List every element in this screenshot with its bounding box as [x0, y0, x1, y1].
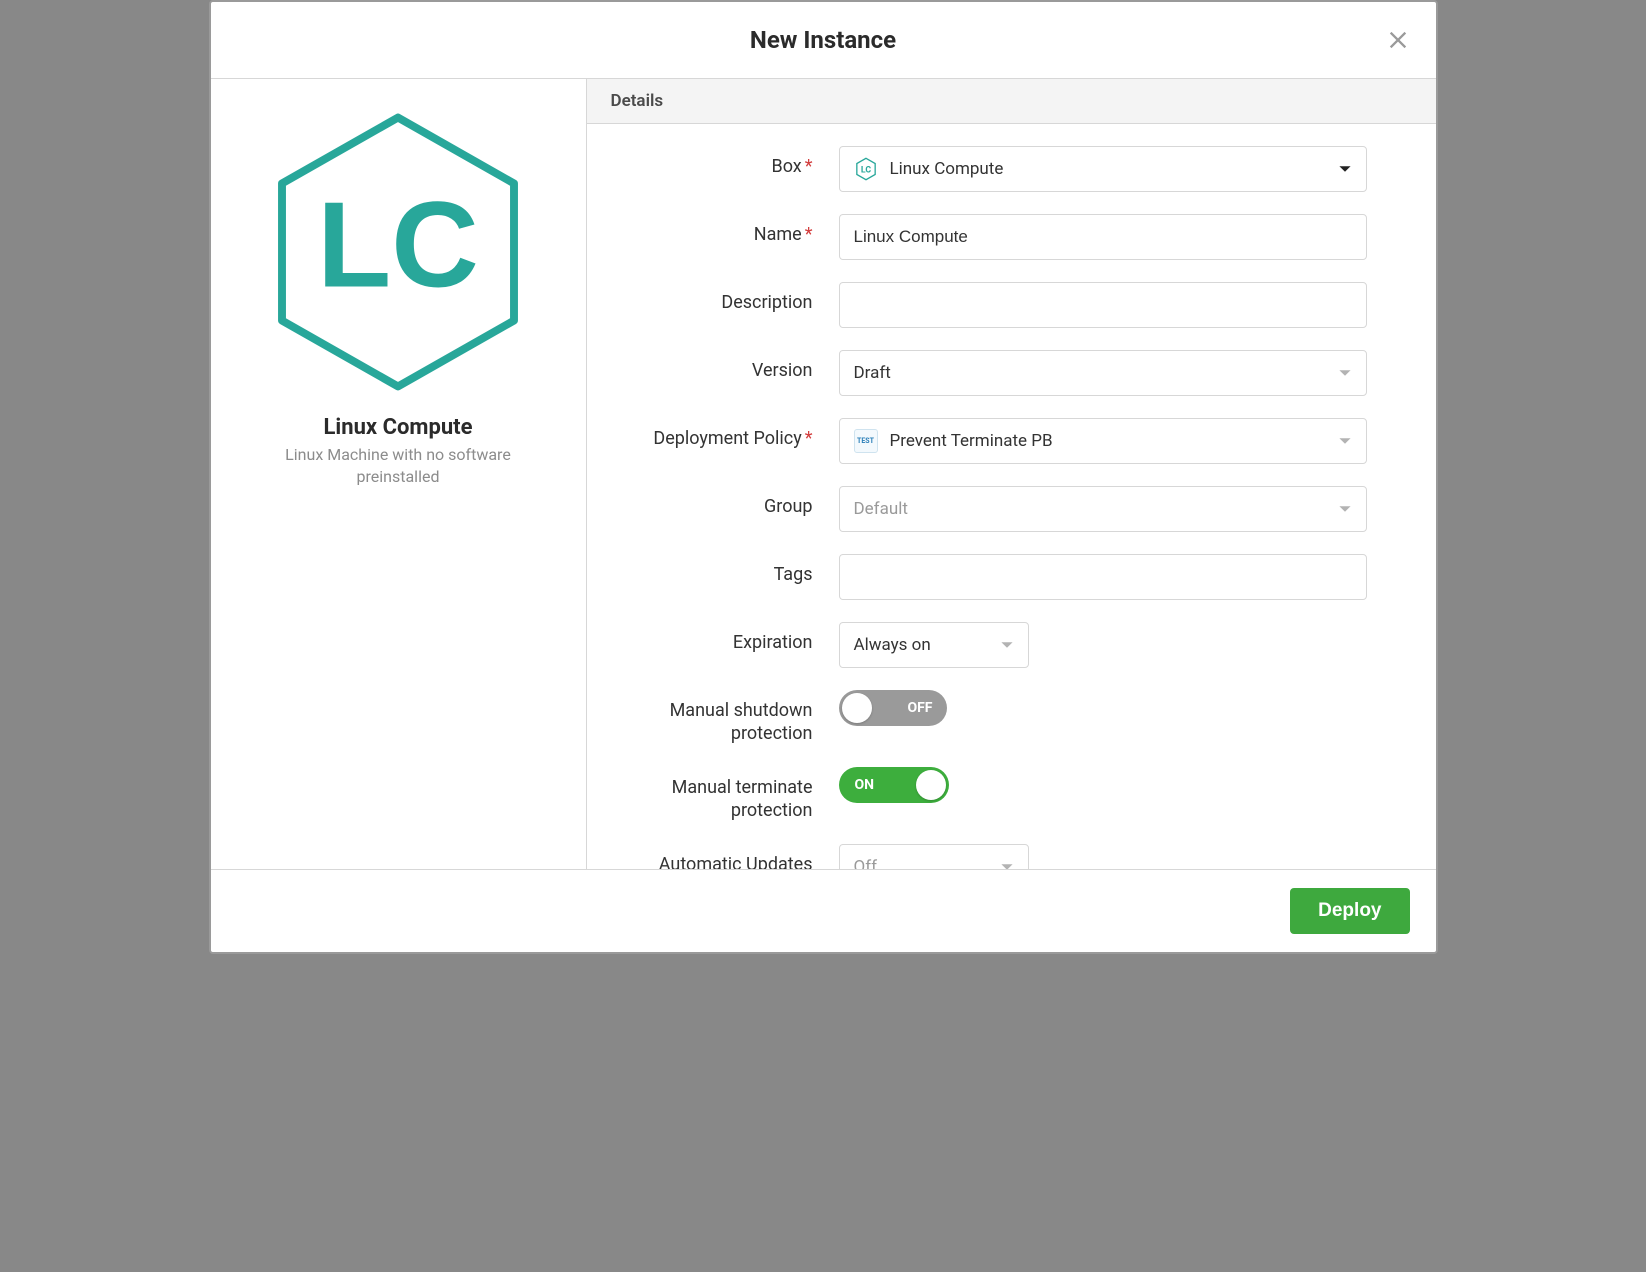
- sidebar-title: Linux Compute: [231, 415, 566, 440]
- label-group: Group: [613, 486, 839, 519]
- label-tags: Tags: [613, 554, 839, 587]
- label-description: Description: [613, 282, 839, 315]
- sidebar-subtitle: Linux Machine with no software preinstal…: [231, 444, 566, 487]
- row-expiration: Expiration Always on: [613, 622, 1410, 668]
- policy-icon: TEST: [854, 429, 878, 453]
- tags-input[interactable]: [839, 554, 1367, 600]
- modal-title: New Instance: [750, 26, 896, 54]
- automatic-updates-value: Off: [854, 857, 878, 869]
- expiration-select[interactable]: Always on: [839, 622, 1029, 668]
- terminate-protection-toggle[interactable]: ON: [839, 767, 949, 803]
- required-marker: *: [805, 224, 813, 245]
- toggle-state-label: OFF: [907, 700, 932, 716]
- chevron-down-icon: [1000, 638, 1014, 652]
- section-header-details: Details: [587, 79, 1436, 124]
- details-form: Box* LC Linux Compute: [587, 124, 1436, 869]
- row-terminate-protection: Manual terminate protection ON: [613, 767, 1410, 822]
- row-deployment-policy: Deployment Policy* TEST Prevent Terminat…: [613, 418, 1410, 464]
- new-instance-modal: New Instance LC Linux Compute Linux Mach…: [209, 0, 1438, 954]
- box-hex-icon: LC: [231, 107, 566, 397]
- main-panel[interactable]: Details Box* LC Linux Compute: [587, 79, 1436, 869]
- label-name: Name*: [613, 214, 839, 247]
- label-expiration: Expiration: [613, 622, 839, 655]
- box-select[interactable]: LC Linux Compute: [839, 146, 1367, 192]
- row-group: Group Default: [613, 486, 1410, 532]
- modal-header: New Instance: [211, 2, 1436, 79]
- close-button[interactable]: [1384, 26, 1412, 54]
- required-marker: *: [805, 428, 813, 449]
- sidebar: LC Linux Compute Linux Machine with no s…: [211, 79, 587, 869]
- chevron-down-icon: [1000, 860, 1014, 869]
- automatic-updates-select[interactable]: Off: [839, 844, 1029, 869]
- row-version: Version Draft: [613, 350, 1410, 396]
- box-select-value: Linux Compute: [890, 159, 1004, 179]
- chevron-down-icon: [1338, 434, 1352, 448]
- svg-text:LC: LC: [860, 165, 870, 175]
- required-marker: *: [805, 156, 813, 177]
- row-name: Name*: [613, 214, 1410, 260]
- deployment-policy-value: Prevent Terminate PB: [890, 431, 1053, 451]
- chevron-down-icon: [1338, 162, 1352, 176]
- label-version: Version: [613, 350, 839, 383]
- label-automatic-updates: Automatic Updates: [613, 844, 839, 869]
- toggle-state-label: ON: [855, 777, 875, 793]
- label-box: Box*: [613, 146, 839, 179]
- name-input[interactable]: [839, 214, 1367, 260]
- group-select-value: Default: [854, 499, 908, 519]
- deploy-button[interactable]: Deploy: [1290, 888, 1409, 934]
- deployment-policy-select[interactable]: TEST Prevent Terminate PB: [839, 418, 1367, 464]
- close-icon: [1387, 29, 1409, 51]
- shutdown-protection-toggle[interactable]: OFF: [839, 690, 947, 726]
- toggle-knob: [916, 770, 946, 800]
- row-box: Box* LC Linux Compute: [613, 146, 1410, 192]
- group-select[interactable]: Default: [839, 486, 1367, 532]
- version-select[interactable]: Draft: [839, 350, 1367, 396]
- label-terminate-protection: Manual terminate protection: [613, 767, 839, 822]
- row-description: Description: [613, 282, 1410, 328]
- row-shutdown-protection: Manual shutdown protection OFF: [613, 690, 1410, 745]
- box-mini-hex-icon: LC: [854, 157, 878, 181]
- toggle-knob: [842, 693, 872, 723]
- row-tags: Tags: [613, 554, 1410, 600]
- modal-footer: Deploy: [211, 869, 1436, 952]
- hex-icon-label: LC: [317, 176, 479, 312]
- chevron-down-icon: [1338, 366, 1352, 380]
- label-deployment-policy: Deployment Policy*: [613, 418, 839, 451]
- label-shutdown-protection: Manual shutdown protection: [613, 690, 839, 745]
- modal-body: LC Linux Compute Linux Machine with no s…: [211, 79, 1436, 869]
- version-select-value: Draft: [854, 363, 891, 383]
- chevron-down-icon: [1338, 502, 1352, 516]
- row-automatic-updates: Automatic Updates Off Available for box …: [613, 844, 1410, 869]
- description-input[interactable]: [839, 282, 1367, 328]
- expiration-select-value: Always on: [854, 635, 931, 655]
